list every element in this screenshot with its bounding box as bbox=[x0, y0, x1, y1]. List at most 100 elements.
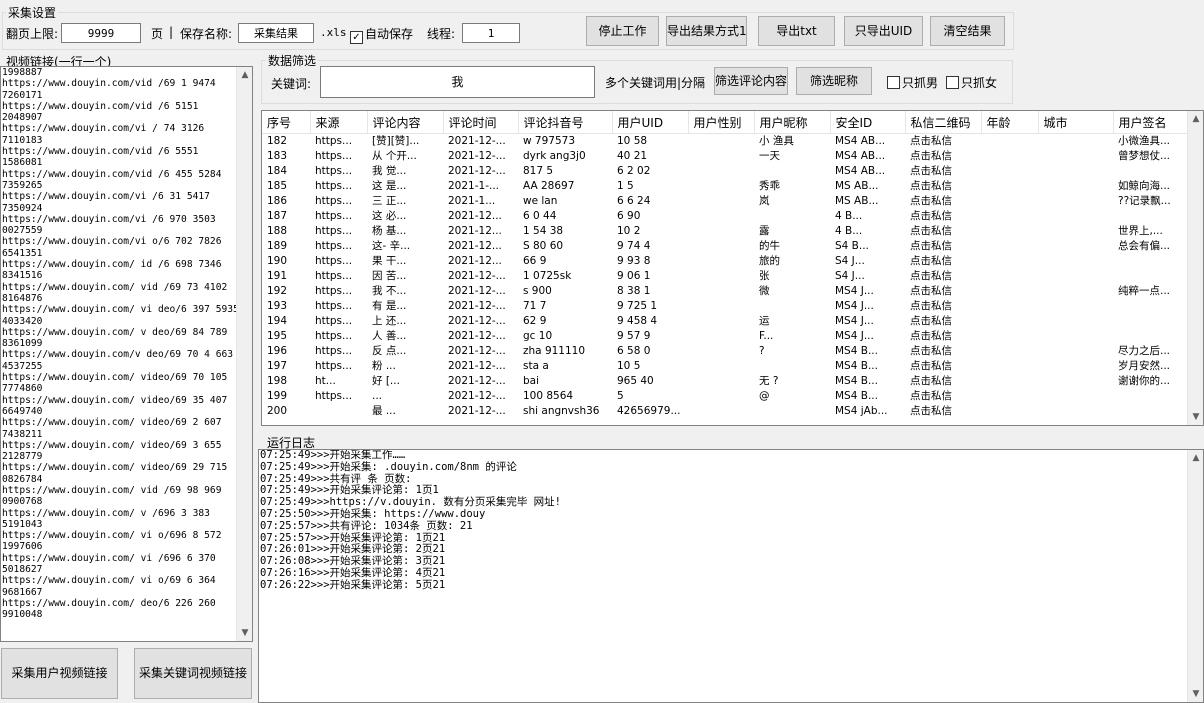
column-header[interactable]: 私信二维码 bbox=[905, 111, 982, 134]
table-cell: 6 58 0 bbox=[617, 345, 651, 357]
table-row[interactable]: 188 https... 杨 基... 2021-12... 1 54 38 10 2 露… bbox=[262, 224, 1189, 239]
collect-user-links-button[interactable]: 采集用户视频链接 bbox=[1, 648, 118, 699]
column-header[interactable]: 来源 bbox=[310, 111, 368, 134]
table-cell bbox=[1038, 254, 1113, 269]
column-header[interactable]: 城市 bbox=[1038, 111, 1114, 134]
video-links-textarea[interactable]: 1998887 https://www.douyin.com/vid /69 1 … bbox=[0, 66, 253, 642]
table-row[interactable]: 197 https... 粉 ... 2021-12-... sta a 10 5 MS4 … bbox=[262, 359, 1189, 374]
table-scrollbar[interactable]: ▲ ▼ bbox=[1187, 111, 1203, 425]
table-cell bbox=[981, 284, 1038, 299]
table-row[interactable]: 183 https... 从 个开... 2021-12-... dyrk ang3j0… bbox=[262, 149, 1189, 164]
table-row[interactable]: 182 https... [赞][赞]... 2021-12-... w 797573 1… bbox=[262, 134, 1189, 150]
table-cell: https... bbox=[315, 150, 353, 162]
column-header[interactable]: 评论内容 bbox=[367, 111, 444, 134]
table-row[interactable]: 199 https... ... 2021-12-... 100 8564 5 @ MS… bbox=[262, 389, 1189, 404]
table-cell bbox=[1038, 209, 1113, 224]
link-line: https://www.douyin.com/ v deo/69 84 789 bbox=[2, 326, 228, 338]
column-header[interactable]: 用户昵称 bbox=[754, 111, 831, 134]
scroll-up-icon[interactable]: ▲ bbox=[1188, 450, 1203, 466]
table-cell bbox=[688, 134, 754, 150]
table-cell: 9 74 4 bbox=[617, 240, 651, 252]
table-cell: 192 bbox=[267, 285, 288, 297]
filter-nickname-button[interactable]: 筛选昵称 bbox=[796, 67, 872, 95]
scroll-up-icon[interactable]: ▲ bbox=[237, 67, 252, 83]
page-limit-input[interactable]: 9999 bbox=[61, 23, 141, 43]
table-row[interactable]: 194 https... 上 还... 2021-12-... 62 99 458 4 … bbox=[262, 314, 1189, 329]
run-log[interactable]: 07:25:49>>>开始采集工作…… 07:25:49>>>开始采集: .dou… bbox=[258, 449, 1204, 703]
table-row[interactable]: 195 https... 人 善... 2021-12-... gc 10 9 57 9 … bbox=[262, 329, 1189, 344]
clear-results-button[interactable]: 清空结果 bbox=[930, 16, 1005, 46]
table-cell: MS4 B... bbox=[835, 375, 878, 387]
column-header[interactable]: 评论抖音号 bbox=[518, 111, 613, 134]
table-cell: 杨 基... bbox=[372, 225, 407, 237]
collect-keyword-links-button[interactable]: 采集关键词视频链接 bbox=[134, 648, 252, 699]
checkbox-icon bbox=[887, 76, 900, 89]
table-cell bbox=[688, 179, 754, 194]
log-scrollbar[interactable]: ▲ ▼ bbox=[1187, 450, 1203, 702]
scroll-up-icon[interactable]: ▲ bbox=[1188, 111, 1203, 127]
table-row[interactable]: 192 https... 我 不... 2021-12-... s 900 8 38 1 … bbox=[262, 284, 1189, 299]
log-line: 07:25:57>>>共有评论: 1034条 页数: 21 bbox=[260, 519, 473, 532]
table-row[interactable]: 200 最 ... 2021-12-... shi angnvsh36 42656979… bbox=[262, 404, 1189, 419]
table-cell: AA 28697 bbox=[523, 180, 575, 192]
link-line: https://www.douyin.com/v deo/69 70 4 663 bbox=[2, 349, 234, 361]
table-cell: 点击私信 bbox=[910, 390, 952, 402]
table-row[interactable]: 185 https... 这 是... 2021-1-... AA 28697 1 5 秀… bbox=[262, 179, 1189, 194]
column-header[interactable]: 用户签名 bbox=[1113, 111, 1190, 134]
only-male-label: 只抓男 bbox=[902, 76, 939, 90]
only-male-checkbox[interactable]: 只抓男 bbox=[887, 74, 938, 91]
table-cell bbox=[688, 209, 754, 224]
auto-save-checkbox[interactable]: ✓ 自动保存 bbox=[350, 25, 413, 44]
scroll-down-icon[interactable]: ▼ bbox=[1188, 686, 1203, 702]
table-row[interactable]: 198 ht... 好 [... 2021-12-... bai 965 40 无 ? MS… bbox=[262, 374, 1189, 389]
table-cell: bai bbox=[523, 375, 540, 387]
table-cell bbox=[1113, 299, 1189, 314]
table-cell: 点击私信 bbox=[910, 405, 952, 417]
column-header[interactable]: 安全ID bbox=[830, 111, 906, 134]
stop-button[interactable]: 停止工作 bbox=[586, 16, 659, 46]
column-header[interactable]: 评论时间 bbox=[443, 111, 519, 134]
table-row[interactable]: 189 https... 这- 辛... 2021-12... S 80 60 9 74 … bbox=[262, 239, 1189, 254]
link-line: https://www.douyin.com/vi / 74 3126 bbox=[2, 123, 205, 135]
table-row[interactable]: 190 https... 果 干... 2021-12... 66 9 9 93 8 旅… bbox=[262, 254, 1189, 269]
column-header[interactable]: 序号 bbox=[262, 111, 311, 134]
table-row[interactable]: 193 https... 有 是... 2021-12-... 71 7 9 725 1 M… bbox=[262, 299, 1189, 314]
table-cell bbox=[981, 314, 1038, 329]
table-cell: 果 干... bbox=[372, 255, 407, 267]
link-line: 7774860 bbox=[2, 383, 43, 395]
link-line: https://www.douyin.com/ deo/6 226 260 bbox=[2, 597, 216, 609]
table-cell bbox=[688, 389, 754, 404]
export-mode-button[interactable]: 导出结果方式1 bbox=[666, 16, 747, 46]
table-cell: 9 57 9 bbox=[617, 330, 651, 342]
table-cell: 点击私信 bbox=[910, 300, 952, 312]
table-cell: 10 2 bbox=[617, 225, 641, 237]
results-table-body: 序号 来源 评论内容 评论时间 评论抖音号 用户UID 用户性别 用户昵称 安全ID 私信二维码年… bbox=[262, 111, 1190, 419]
filter-comment-button[interactable]: 筛选评论内容 bbox=[714, 67, 788, 95]
link-line: 8341516 bbox=[2, 270, 43, 282]
table-row[interactable]: 186 https... 三 正... 2021-1... we lan 6 6 24 岚… bbox=[262, 194, 1189, 209]
table-cell bbox=[688, 374, 754, 389]
column-header[interactable]: 用户性别 bbox=[688, 111, 755, 134]
results-table[interactable]: 序号 来源 评论内容 评论时间 评论抖音号 用户UID 用户性别 用户昵称 安全ID 私信二维码年… bbox=[261, 110, 1204, 426]
table-row[interactable]: 191 https... 因 苦... 2021-12-... 1 0725sk 9 0… bbox=[262, 269, 1189, 284]
column-header[interactable]: 年龄 bbox=[981, 111, 1039, 134]
table-row[interactable]: 187 https... 这 必... 2021-12... 6 0 44 6 90 4 … bbox=[262, 209, 1189, 224]
scroll-down-icon[interactable]: ▼ bbox=[237, 625, 252, 641]
link-line: https://www.douyin.com/ vid /69 98 969 bbox=[2, 484, 222, 496]
table-cell: 2021-12... bbox=[448, 210, 502, 222]
table-row[interactable]: 196 https... 反 点... 2021-12-... zha 911110 6 … bbox=[262, 344, 1189, 359]
table-cell: 曾梦想仗... bbox=[1118, 150, 1171, 162]
thread-input[interactable]: 1 bbox=[462, 23, 520, 43]
table-cell: 186 bbox=[267, 195, 288, 207]
scroll-down-icon[interactable]: ▼ bbox=[1188, 409, 1203, 425]
column-header[interactable]: 用户UID bbox=[612, 111, 689, 134]
table-cell bbox=[754, 209, 830, 224]
keyword-input[interactable]: 我 bbox=[320, 66, 595, 98]
export-uid-button[interactable]: 只导出UID bbox=[844, 16, 923, 46]
only-female-checkbox[interactable]: 只抓女 bbox=[946, 74, 997, 91]
save-name-input[interactable]: 采集结果 bbox=[238, 23, 314, 43]
links-scrollbar[interactable]: ▲ ▼ bbox=[236, 67, 252, 641]
table-row[interactable]: 184 https... 我 觉... 2021-12-... 817 5 6 2 02 M… bbox=[262, 164, 1189, 179]
export-txt-button[interactable]: 导出txt bbox=[758, 16, 835, 46]
table-cell bbox=[981, 149, 1038, 164]
